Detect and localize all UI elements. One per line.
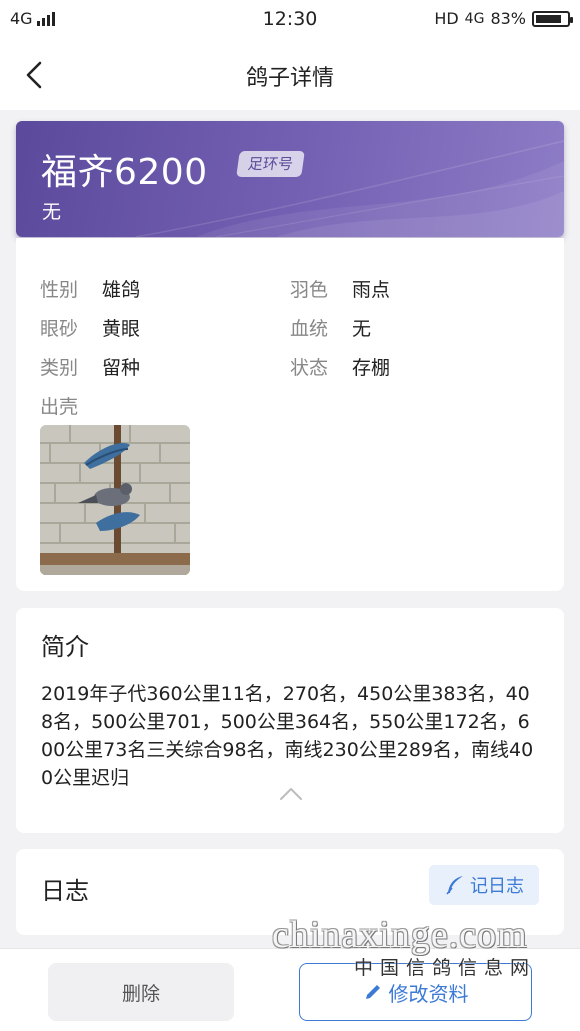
pigeon-subtitle: 无	[42, 201, 62, 223]
page-title: 鸽子详情	[245, 66, 334, 91]
pigeon-info-card: 性别 雄鸽 羽色 雨点 眼砂 黄眼 血统 无 类别 留种 状态 存棚 出壳	[16, 238, 564, 591]
battery-percent: 83%	[490, 9, 526, 28]
gender-value: 雄鸽	[102, 279, 141, 301]
hd-label: HD	[434, 9, 459, 28]
feather-pen-icon	[446, 876, 463, 895]
bloodline-label: 血统	[290, 318, 329, 340]
category-label: 类别	[40, 357, 79, 379]
category-value: 留种	[102, 357, 141, 379]
introduction-card: 简介 2019年子代360公里11名，270名，450公里383名，408名，5…	[16, 608, 564, 833]
add-log-label: 记日志	[470, 876, 524, 897]
bloodline-value: 无	[352, 318, 372, 340]
pigeon-photo[interactable]	[40, 425, 190, 575]
feather-color-label: 羽色	[290, 279, 329, 301]
pigeon-name: 福齐6200	[41, 152, 208, 193]
edit-profile-label: 修改资料	[388, 981, 469, 1006]
pencil-icon	[365, 985, 380, 999]
pigeon-header-card: 福齐6200 足环号 无	[16, 121, 564, 237]
feather-color-value: 雨点	[352, 279, 391, 301]
hatch-date-label: 出壳	[40, 396, 79, 418]
status-label: 状态	[290, 357, 329, 379]
edit-profile-button[interactable]: 修改资料	[299, 963, 532, 1021]
log-title: 日志	[41, 877, 89, 905]
introduction-title: 简介	[41, 633, 89, 661]
battery-fill	[536, 14, 561, 23]
eye-sand-label: 眼砂	[40, 318, 79, 340]
battery-icon	[532, 10, 573, 27]
status-bar: 4G 12:30 HD 4G 83%	[0, 0, 580, 40]
pigeon-photo-image	[40, 425, 190, 575]
introduction-text: 2019年子代360公里11名，270名，450公里383名，408名，500公…	[41, 683, 534, 789]
gender-label: 性别	[40, 279, 79, 301]
log-card: 日志 记日志	[16, 849, 564, 935]
mobile-data-icon: 4G	[464, 10, 485, 27]
ring-number-badge: 足环号	[236, 151, 305, 177]
status-right: HD 4G 83%	[434, 9, 573, 28]
delete-label: 删除	[121, 982, 160, 1005]
eye-sand-value: 黄眼	[102, 318, 141, 340]
bottom-action-bar: 删除 修改资料	[0, 948, 580, 1031]
collapse-chevron-icon[interactable]	[279, 787, 303, 801]
nav-bar: 鸽子详情	[0, 40, 580, 110]
delete-button[interactable]: 删除	[48, 963, 234, 1021]
status-value: 存棚	[352, 357, 391, 379]
add-log-button[interactable]: 记日志	[429, 865, 539, 905]
